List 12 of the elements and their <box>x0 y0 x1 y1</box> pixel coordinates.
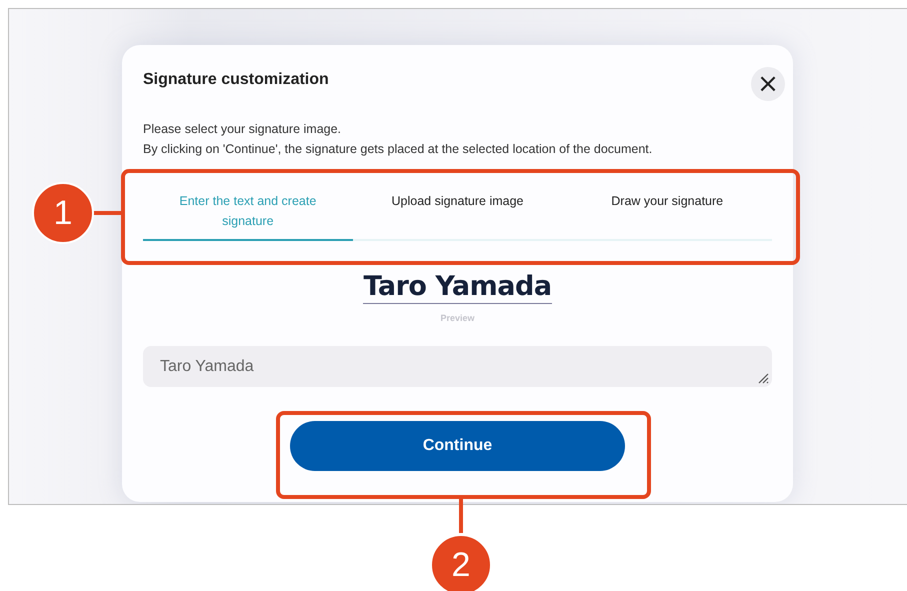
signature-preview: Taro Yamada <box>363 271 552 304</box>
preview-caption: Preview <box>440 313 475 323</box>
continue-button[interactable]: Continue <box>290 421 625 471</box>
description-text: Please select your signature image. <box>143 121 342 138</box>
tab[interactable]: Draw your signature <box>562 189 772 241</box>
description-text: By clicking on 'Continue', the signature gets placed at the selected location of the document. <box>143 141 654 158</box>
dialog-title: Signature customization <box>143 71 329 89</box>
name-field[interactable]: Taro Yamada <box>143 346 772 387</box>
resize-grip-icon[interactable] <box>756 371 769 384</box>
close-button[interactable]: × <box>751 67 785 101</box>
callout-badge: 2 <box>430 534 492 591</box>
tab[interactable]: Upload signature image <box>352 189 562 241</box>
